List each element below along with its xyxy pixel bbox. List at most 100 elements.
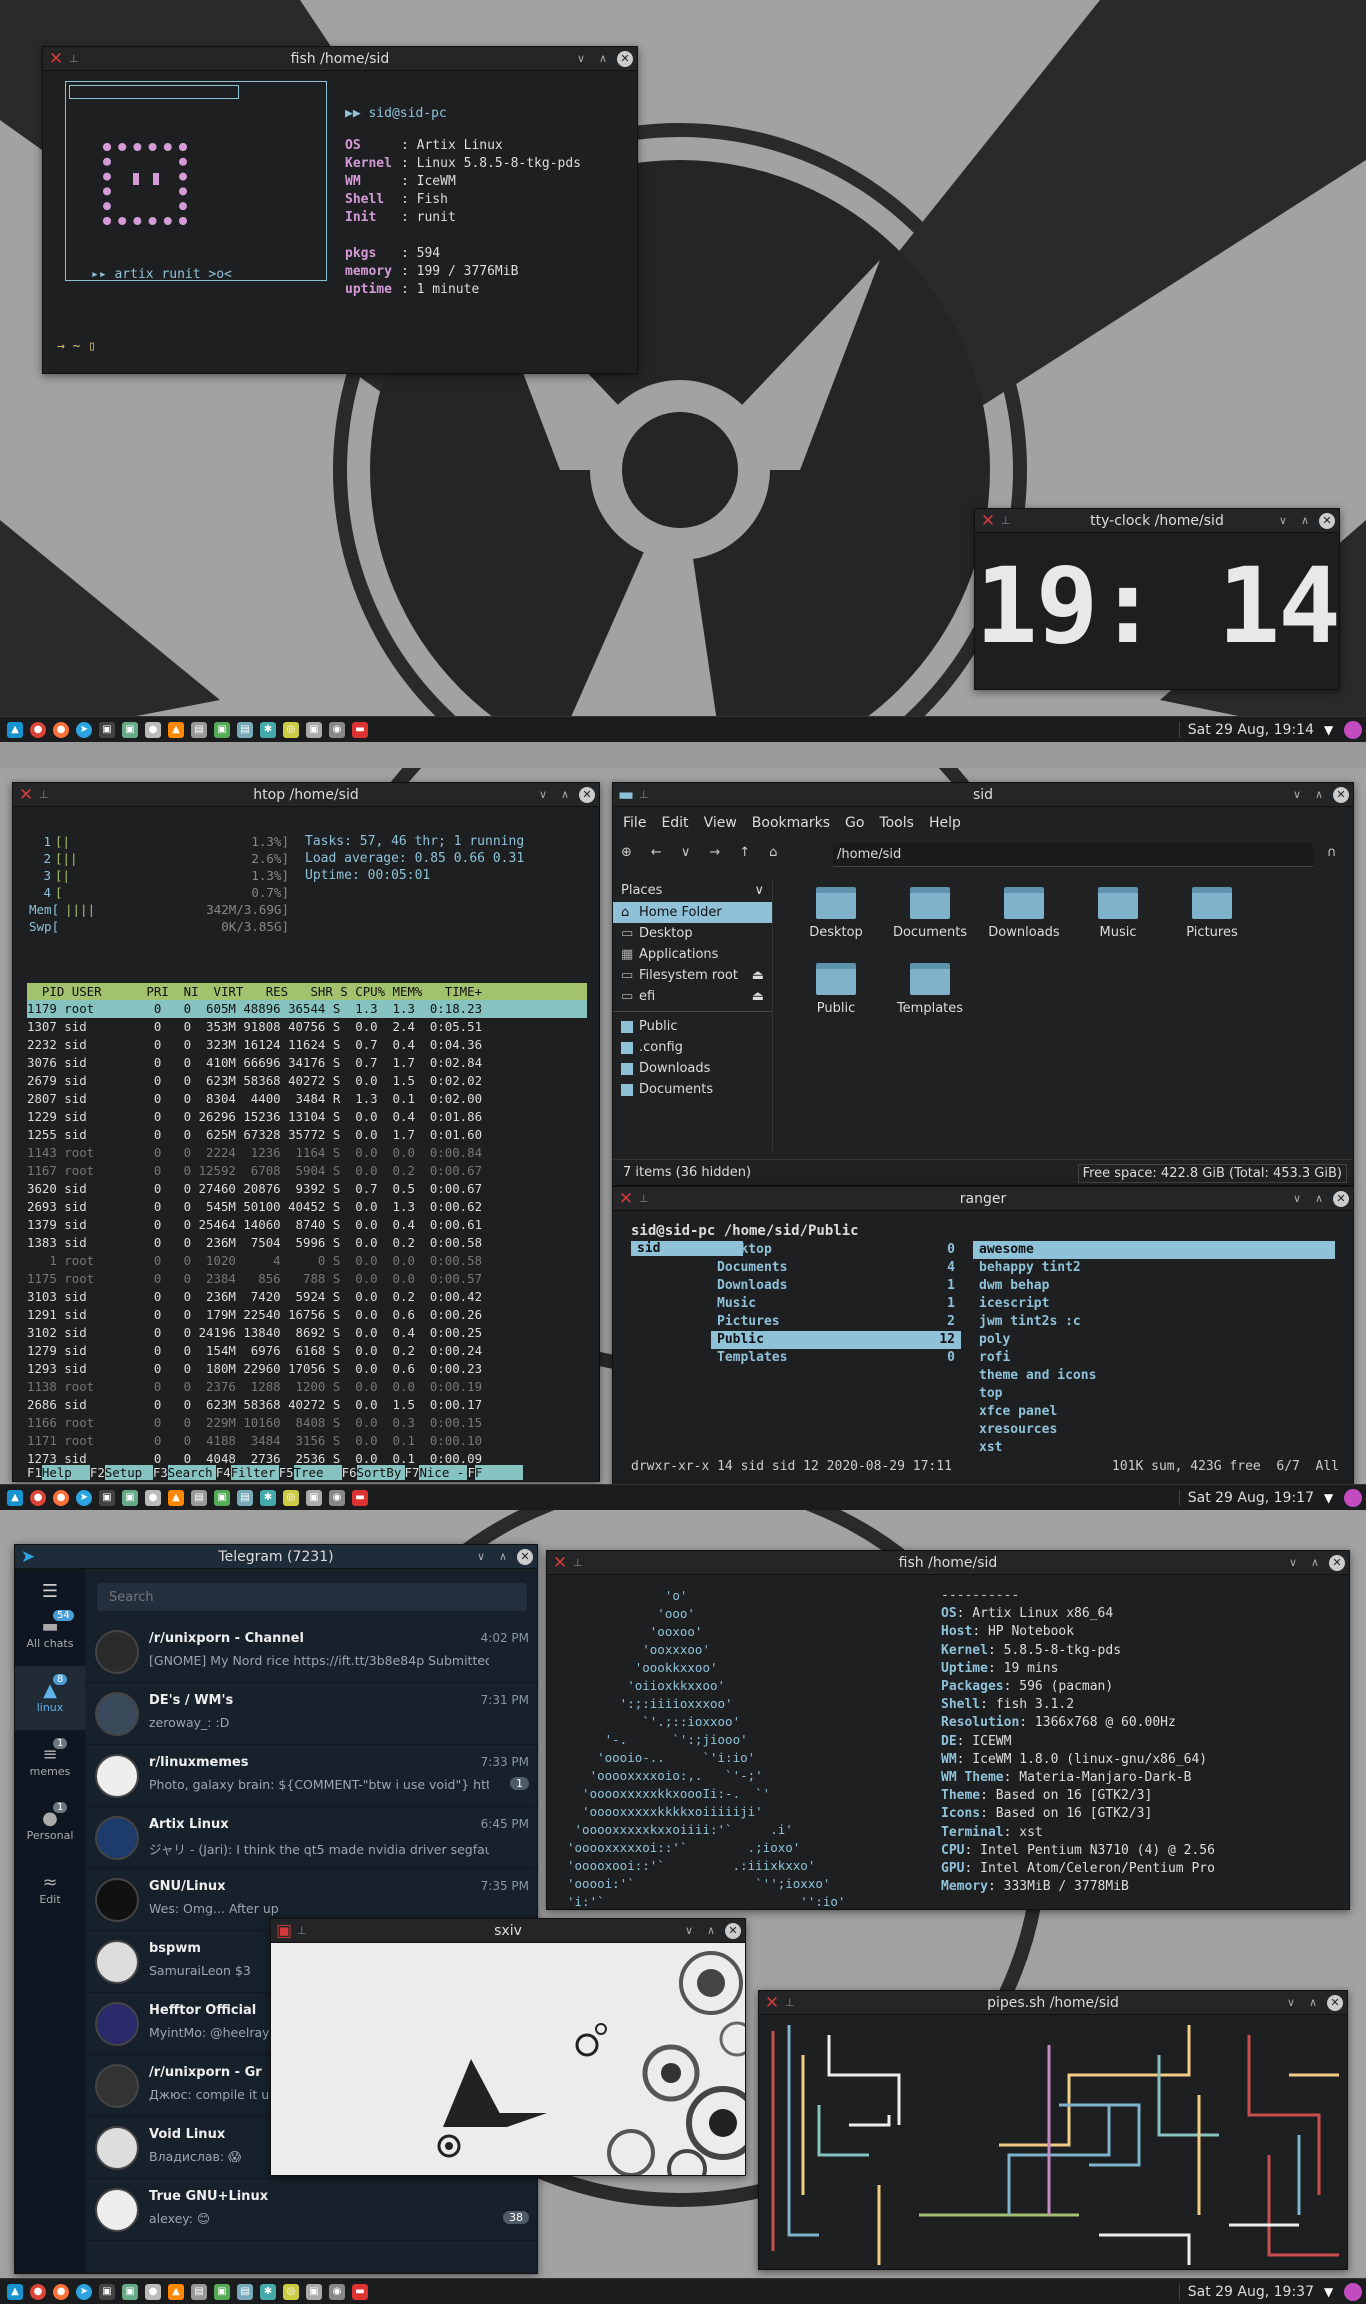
forward-icon[interactable]: → — [709, 845, 720, 860]
pin-icon[interactable]: ⊥ — [69, 52, 83, 65]
firefox-icon[interactable]: ● — [53, 1489, 69, 1506]
fkey-label[interactable]: SortBy — [356, 1465, 405, 1480]
folder-item[interactable]: Music — [1071, 887, 1165, 963]
minimize-button[interactable]: ∨ — [535, 787, 551, 803]
title-bar[interactable]: ➤ Telegram (7231) ∨ ∧ ✕ — [15, 1545, 537, 1569]
process-row[interactable]: 1171 root 0 0 4188 3484 3156 S 0.0 0.1 0… — [27, 1432, 587, 1450]
wifi-icon[interactable]: ▼ — [1324, 723, 1338, 737]
menu-item[interactable]: Tools — [879, 815, 914, 831]
artix-menu-icon[interactable]: ▲ — [7, 1489, 23, 1506]
process-row[interactable]: 2686 sid 0 0 623M 58368 40272 S 0.0 1.5 … — [27, 1396, 587, 1414]
ranger-preview-column[interactable]: awesome behappy tint2 dwm behap icescript jw… — [973, 1241, 1335, 1457]
sxiv-window[interactable]: ▣ ⊥ sxiv ∨ ∧ ✕ — [270, 1918, 746, 2176]
place-item[interactable]: ▦ Applications — [613, 944, 772, 965]
maximize-button[interactable]: ∧ — [495, 1549, 511, 1565]
chat-item[interactable]: r/linuxmemes 7:33 PM Photo, galaxy brain: … — [85, 1745, 537, 1807]
minimize-button[interactable]: ∨ — [1289, 787, 1305, 803]
vlc-icon[interactable]: ▲ — [168, 2283, 184, 2300]
maximize-button[interactable]: ∧ — [1311, 1191, 1327, 1207]
back-icon[interactable]: ← — [651, 845, 662, 860]
fkey-label[interactable]: Search — [167, 1465, 216, 1480]
pin-icon[interactable]: ⊥ — [639, 1192, 653, 1205]
pin-icon[interactable]: ⊥ — [785, 1996, 799, 2009]
bookmark-item[interactable]: Downloads — [613, 1058, 772, 1079]
preview-entry[interactable]: theme and icons — [973, 1367, 1335, 1385]
app-icon[interactable]: ▣ — [306, 721, 322, 738]
preview-entry[interactable]: awesome — [973, 1241, 1335, 1259]
pin-icon[interactable]: ⊥ — [1001, 514, 1015, 527]
preview-entry[interactable]: icescript — [973, 1295, 1335, 1313]
folder-item[interactable]: Documents — [883, 887, 977, 963]
image-viewer-icon[interactable]: ▣ — [122, 721, 138, 738]
camera-icon[interactable]: ◉ — [329, 2283, 345, 2300]
chat-item[interactable]: True GNU+Linux alexey: 😊 38 — [85, 2179, 537, 2241]
ranger-entry[interactable]: Public 12 — [711, 1331, 961, 1349]
minimize-button[interactable]: ∨ — [1283, 1995, 1299, 2011]
lightbulb-icon[interactable] — [1344, 2282, 1362, 2301]
process-table-header[interactable]: PID USER PRI NI VIRT RES SHR S CPU% MEM%… — [27, 983, 587, 1000]
neofetch-terminal-window[interactable]: ✕ ⊥ fish /home/sid ∨ ∧ ✕ 'o' 'ooo' 'ooxoo'… — [546, 1550, 1350, 1910]
process-row[interactable]: 1229 sid 0 0 26296 15236 13104 S 0.0 0.4… — [27, 1108, 587, 1126]
chat-item[interactable]: /r/unixporn - Channel 4:02 PM [GNOME] My N… — [85, 1621, 537, 1683]
minimize-button[interactable]: ∨ — [1285, 1555, 1301, 1571]
menu-item[interactable]: Edit — [661, 815, 688, 831]
menu-item[interactable]: Bookmarks — [752, 815, 830, 831]
place-item[interactable]: ⌂ Home Folder — [613, 902, 772, 923]
process-row[interactable]: 1167 root 0 0 12592 6708 5904 S 0.0 0.2 … — [27, 1162, 587, 1180]
pin-icon[interactable]: ⊥ — [573, 1556, 587, 1569]
process-row[interactable]: 1379 sid 0 0 25464 14060 8740 S 0.0 0.4 … — [27, 1216, 587, 1234]
up-icon[interactable]: ↑ — [739, 845, 750, 860]
process-row[interactable]: 1307 sid 0 0 353M 91808 40756 S 0.0 2.4 … — [27, 1018, 587, 1036]
terminal-icon[interactable]: ▣ — [99, 721, 115, 738]
home-icon[interactable]: ⌂ — [769, 845, 777, 860]
close-button[interactable]: ✕ — [579, 786, 595, 803]
bookmark-item[interactable]: Public — [613, 1016, 772, 1037]
ranger-entry[interactable]: Documents 4 — [711, 1259, 961, 1277]
ranger-entry[interactable]: Pictures 2 — [711, 1313, 961, 1331]
firefox-icon[interactable]: ● — [53, 2283, 69, 2300]
firefox-icon[interactable]: ● — [53, 721, 69, 738]
maximize-button[interactable]: ∧ — [595, 51, 611, 67]
process-row[interactable]: 1179 root 0 0 605M 48896 36544 S 1.3 1.3… — [27, 1000, 587, 1018]
chat-item[interactable]: Artix Linux 6:45 PM ジャリ - (Jari): I think … — [85, 1807, 537, 1869]
camera-icon[interactable]: ◉ — [329, 721, 345, 738]
minimize-button[interactable]: ∨ — [681, 1923, 697, 1939]
settings-icon[interactable]: ✱ — [260, 2283, 276, 2300]
close-button[interactable]: ✕ — [1333, 1190, 1349, 1207]
process-row[interactable]: 2232 sid 0 0 323M 16124 11624 S 0.7 0.4 … — [27, 1036, 587, 1054]
place-item[interactable]: ▭ Filesystem root ⏏ — [613, 965, 772, 986]
wifi-icon[interactable]: ▼ — [1324, 1491, 1338, 1505]
process-row[interactable]: 1175 root 0 0 2384 856 788 S 0.0 0.0 0:0… — [27, 1270, 587, 1288]
chat-item[interactable]: DE's / WM's 7:31 PM zeroway_: :D — [85, 1683, 537, 1745]
menu-item[interactable]: Help — [929, 815, 961, 831]
pin-icon[interactable]: ⊥ — [39, 788, 53, 801]
maximize-button[interactable]: ∧ — [1297, 513, 1313, 529]
preview-entry[interactable]: dwm behap — [973, 1277, 1335, 1295]
minimize-button[interactable]: ∨ — [1289, 1191, 1305, 1207]
ranger-entry[interactable]: Desktop 0 — [711, 1241, 961, 1259]
lightbulb-icon[interactable] — [1344, 1488, 1362, 1507]
folder-item[interactable]: Pictures — [1165, 887, 1259, 963]
close-button[interactable]: ✕ — [1333, 786, 1349, 803]
telegram-icon[interactable]: ➤ — [76, 2283, 92, 2300]
close-button[interactable]: ✕ — [517, 1548, 533, 1565]
place-item[interactable]: ▭ efi ⏏ — [613, 986, 772, 1007]
process-row[interactable]: 1383 sid 0 0 236M 7504 5996 S 0.0 0.2 0:… — [27, 1234, 587, 1252]
files-icon[interactable]: ▤ — [191, 721, 207, 738]
title-bar[interactable]: ▣ ⊥ sxiv ∨ ∧ ✕ — [271, 1919, 745, 1943]
folder-tab[interactable]: ▲ linux 8 — [15, 1666, 85, 1730]
close-button[interactable]: ✕ — [1319, 512, 1335, 529]
bookmark-item[interactable]: .config — [613, 1037, 772, 1058]
maximize-button[interactable]: ∧ — [1311, 787, 1327, 803]
lightbulb-icon[interactable] — [1344, 720, 1362, 739]
disc-icon[interactable]: ◎ — [283, 721, 299, 738]
settings-icon[interactable]: ✱ — [260, 1489, 276, 1506]
title-bar[interactable]: ✕ ⊥ fish /home/sid ∨ ∧ ✕ — [547, 1551, 1349, 1575]
hamburger-menu-icon[interactable]: ☰ — [15, 1581, 85, 1602]
wifi-icon[interactable]: ▼ — [1324, 2285, 1338, 2299]
files-icon[interactable]: ▤ — [191, 1489, 207, 1506]
title-bar[interactable]: ✕ ⊥ pipes.sh /home/sid ∨ ∧ ✕ — [759, 1991, 1347, 2015]
process-row[interactable]: 3103 sid 0 0 236M 7420 5924 S 0.0 0.2 0:… — [27, 1288, 587, 1306]
menu-item[interactable]: File — [623, 815, 646, 831]
close-button[interactable]: ✕ — [1327, 1994, 1343, 2011]
